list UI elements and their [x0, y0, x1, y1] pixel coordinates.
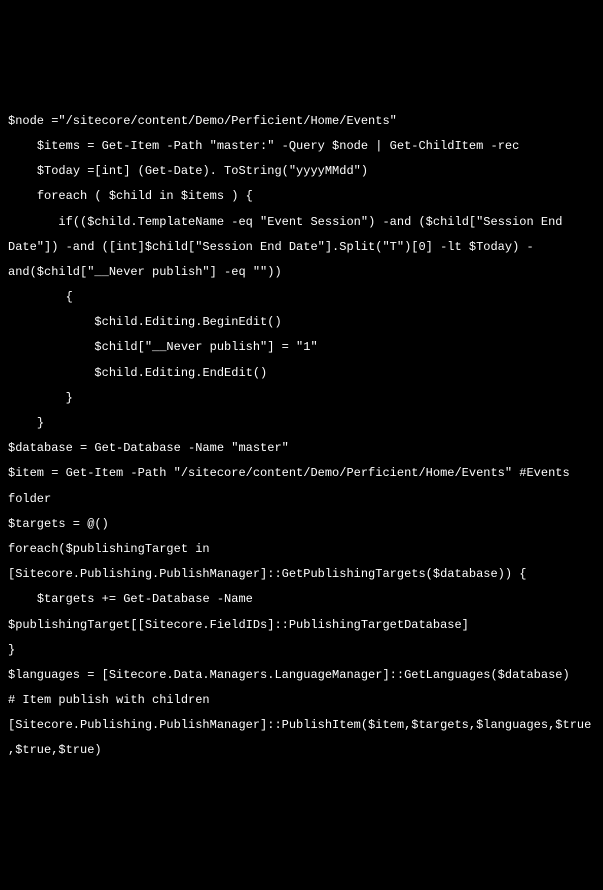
code-line: if(($child.TemplateName -eq "Event Sessi… — [8, 210, 595, 286]
code-line: { — [8, 285, 595, 310]
code-line: $items = Get-Item -Path "master:" -Query… — [8, 134, 595, 159]
code-line: # Item publish with children — [8, 688, 595, 713]
code-line: foreach ( $child in $items ) { — [8, 184, 595, 209]
code-line: $item = Get-Item -Path "/sitecore/conten… — [8, 461, 595, 511]
code-line: $targets += Get-Database -Name $publishi… — [8, 587, 595, 637]
code-line: $child.Editing.BeginEdit() — [8, 310, 595, 335]
code-line: } — [8, 638, 595, 663]
code-line: $child["__Never publish"] = "1" — [8, 335, 595, 360]
code-line: $child.Editing.EndEdit() — [8, 361, 595, 386]
code-line: $database = Get-Database -Name "master" — [8, 436, 595, 461]
code-line: $languages = [Sitecore.Data.Managers.Lan… — [8, 663, 595, 688]
code-line: [Sitecore.Publishing.PublishManager]::Pu… — [8, 713, 595, 763]
code-block: $node ="/sitecore/content/Demo/Perficien… — [8, 109, 595, 764]
code-line: } — [8, 386, 595, 411]
code-line: } — [8, 411, 595, 436]
code-line: $targets = @() — [8, 512, 595, 537]
code-line: foreach($publishingTarget in [Sitecore.P… — [8, 537, 595, 587]
code-line: $Today =[int] (Get-Date). ToString("yyyy… — [8, 159, 595, 184]
code-line: $node ="/sitecore/content/Demo/Perficien… — [8, 109, 595, 134]
